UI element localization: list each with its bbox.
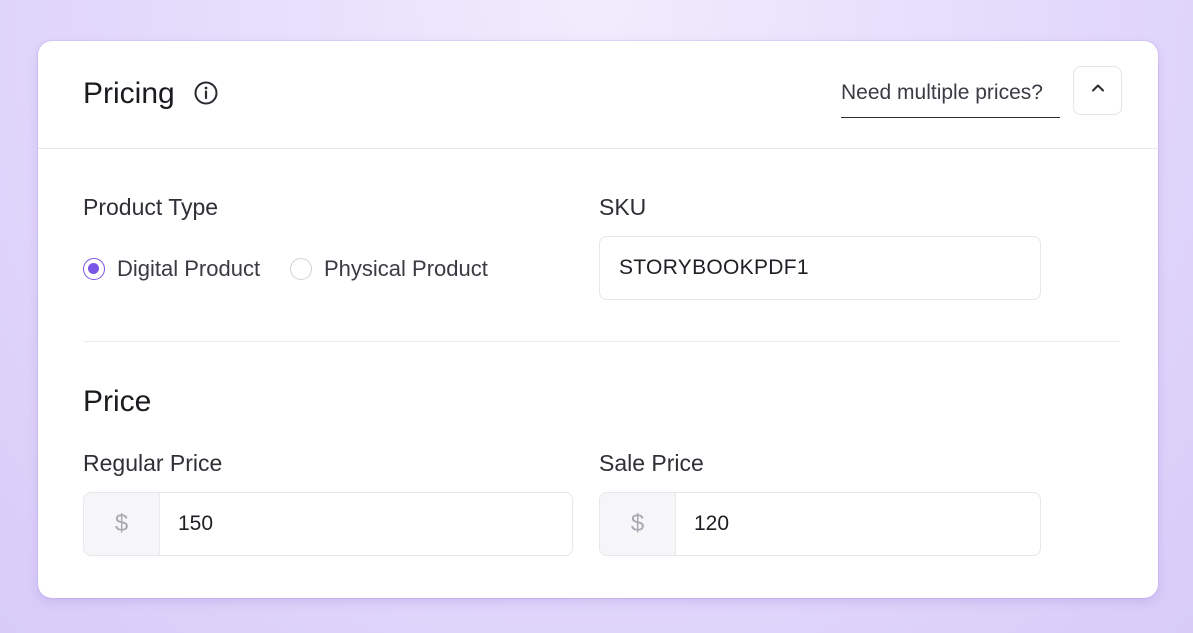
currency-prefix: $ [600, 493, 676, 555]
need-multiple-prices-link[interactable]: Need multiple prices? [841, 81, 1060, 118]
sku-value: STORYBOOKPDF1 [619, 256, 809, 279]
pricing-card: Pricing Need multiple prices? Product Ty… [38, 41, 1158, 598]
currency-prefix: $ [84, 493, 160, 555]
chevron-up-icon [1090, 80, 1106, 101]
info-icon[interactable] [194, 81, 218, 105]
regular-price-label: Regular Price [83, 450, 223, 476]
radio-physical-product[interactable]: Physical Product [290, 256, 488, 282]
regular-price-input[interactable]: $ 150 [83, 492, 573, 556]
section-divider [83, 341, 1120, 342]
sale-price-label: Sale Price [599, 450, 704, 476]
collapse-button[interactable] [1073, 66, 1122, 115]
radio-digital-product[interactable]: Digital Product [83, 256, 260, 282]
product-type-label: Product Type [83, 194, 219, 220]
sale-price-value: 120 [694, 512, 730, 535]
card-header: Pricing Need multiple prices? [38, 41, 1158, 149]
regular-price-value: 150 [178, 512, 214, 535]
sku-input[interactable]: STORYBOOKPDF1 [599, 236, 1041, 300]
sku-label: SKU [599, 194, 647, 220]
price-section-title: Price [83, 385, 152, 418]
radio-indicator-selected[interactable] [83, 258, 105, 280]
radio-label-physical: Physical Product [324, 256, 488, 281]
radio-indicator[interactable] [290, 258, 312, 280]
card-title: Pricing [83, 77, 175, 110]
sale-price-input[interactable]: $ 120 [599, 492, 1041, 556]
radio-label-digital: Digital Product [117, 256, 261, 281]
